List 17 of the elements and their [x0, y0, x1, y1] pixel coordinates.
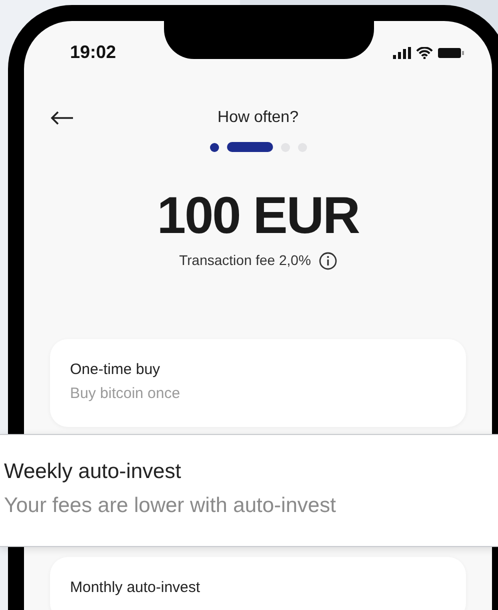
- option-subtitle: Your fees are lower with auto-invest: [4, 493, 337, 519]
- fee-text: Transaction fee 2,0%: [179, 251, 311, 270]
- screen-title: How often?: [218, 108, 298, 128]
- info-icon[interactable]: [318, 252, 337, 270]
- amount-text: 100 EUR: [157, 188, 359, 244]
- option-title: Weekly auto-invest: [4, 459, 182, 485]
- option-title: Monthly auto-invest: [70, 578, 202, 598]
- option-title: One-time buy: [70, 360, 162, 380]
- option-subtitle: Buy bitcoin once: [70, 384, 182, 404]
- back-arrow-icon[interactable]: [50, 111, 74, 125]
- battery-icon: [438, 46, 464, 58]
- option-card[interactable]: Monthly auto-invest: [50, 557, 466, 610]
- option-card[interactable]: Weekly auto-invest Your fees are lower with auto-invest: [0, 434, 498, 547]
- status-time: 19:02: [70, 41, 116, 64]
- wifi-icon: [416, 46, 433, 58]
- option-card[interactable]: One-time buy Buy bitcoin once: [50, 339, 466, 427]
- signal-icon: [393, 46, 411, 58]
